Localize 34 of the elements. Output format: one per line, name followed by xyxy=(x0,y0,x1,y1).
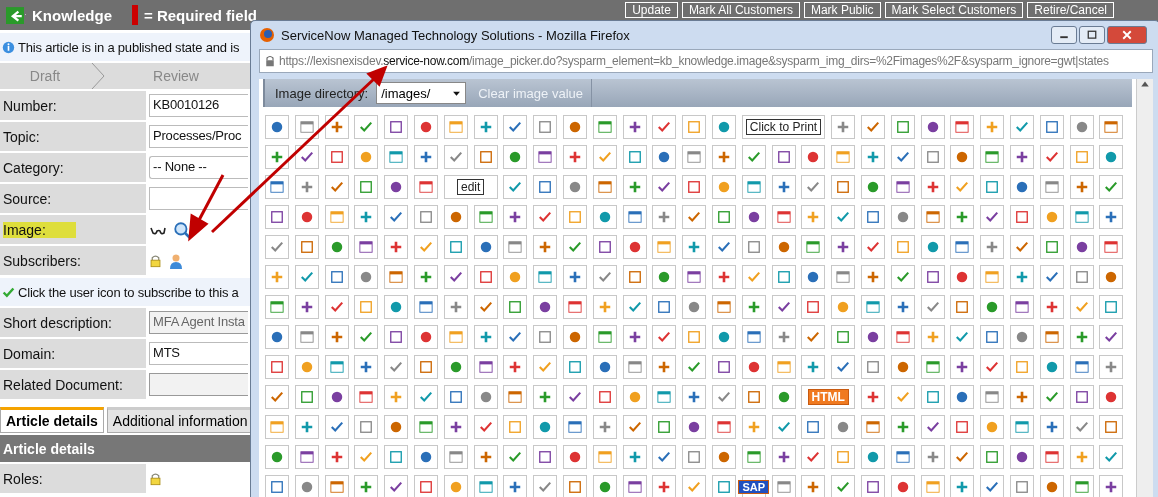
subscribe-message: Click the user icon to subscribe to this a xyxy=(18,284,239,300)
text-field[interactable]: MTS xyxy=(149,342,248,365)
address-bar[interactable]: https://lexisnexisdev.service-now.com/image_picker.do?sysparm_element=kb_knowledge.image&sysparm_img_dirs=%2Fimages%2F&sysparm_ignore=gwt|states xyxy=(259,49,1153,73)
action-button[interactable]: Mark All Customers xyxy=(681,2,800,18)
action-button[interactable]: Mark Public xyxy=(803,2,881,18)
text-field[interactable]: KB0010126 xyxy=(149,94,248,117)
url-text: https://lexisnexisdev.service-now.com/image_picker.do?sysparm_element=kb_knowledge.image&sysparm_img_dirs=%2Fimages%2F&sysparm_ignore=gwt|states xyxy=(279,54,1109,68)
image-option[interactable]: Click to Print xyxy=(741,115,826,139)
workflow-step: Review xyxy=(106,68,246,84)
text-field[interactable]: Processes/Proc xyxy=(149,125,248,148)
page-title: Knowledge xyxy=(32,6,112,24)
window-title: ServiceNow Managed Technology Solutions - Mozilla Firefox xyxy=(281,27,630,43)
select-field[interactable]: -- None -- xyxy=(149,156,248,179)
legend-text: = Required field xyxy=(144,6,257,24)
field-label: Number: xyxy=(3,97,57,114)
tab[interactable]: Article details xyxy=(0,407,104,433)
field-label: Domain: xyxy=(3,345,56,362)
directory-select[interactable]: /images/ xyxy=(376,82,467,104)
workflow-step: Draft xyxy=(0,68,90,84)
image-option[interactable]: edit xyxy=(443,175,498,199)
field-label: Image: xyxy=(3,221,76,238)
field-label: Source: xyxy=(3,190,52,207)
field-label: Related Document: xyxy=(3,376,123,393)
field-label: Topic: xyxy=(3,128,40,145)
action-button[interactable]: Mark Select Customers xyxy=(884,2,1024,18)
info-message: This article is in a published state and is xyxy=(18,39,240,55)
field-label: Short description: xyxy=(3,314,112,331)
action-button[interactable]: Retire/Cancel xyxy=(1027,2,1114,18)
readonly-field: MFA Agent Insta xyxy=(149,311,248,334)
field-label: Roles: xyxy=(3,470,43,487)
field-label: Category: xyxy=(3,159,64,176)
image-option[interactable]: SAP xyxy=(741,475,766,497)
field-label: Subscribers: xyxy=(3,252,81,269)
action-button[interactable]: Update xyxy=(625,2,678,18)
